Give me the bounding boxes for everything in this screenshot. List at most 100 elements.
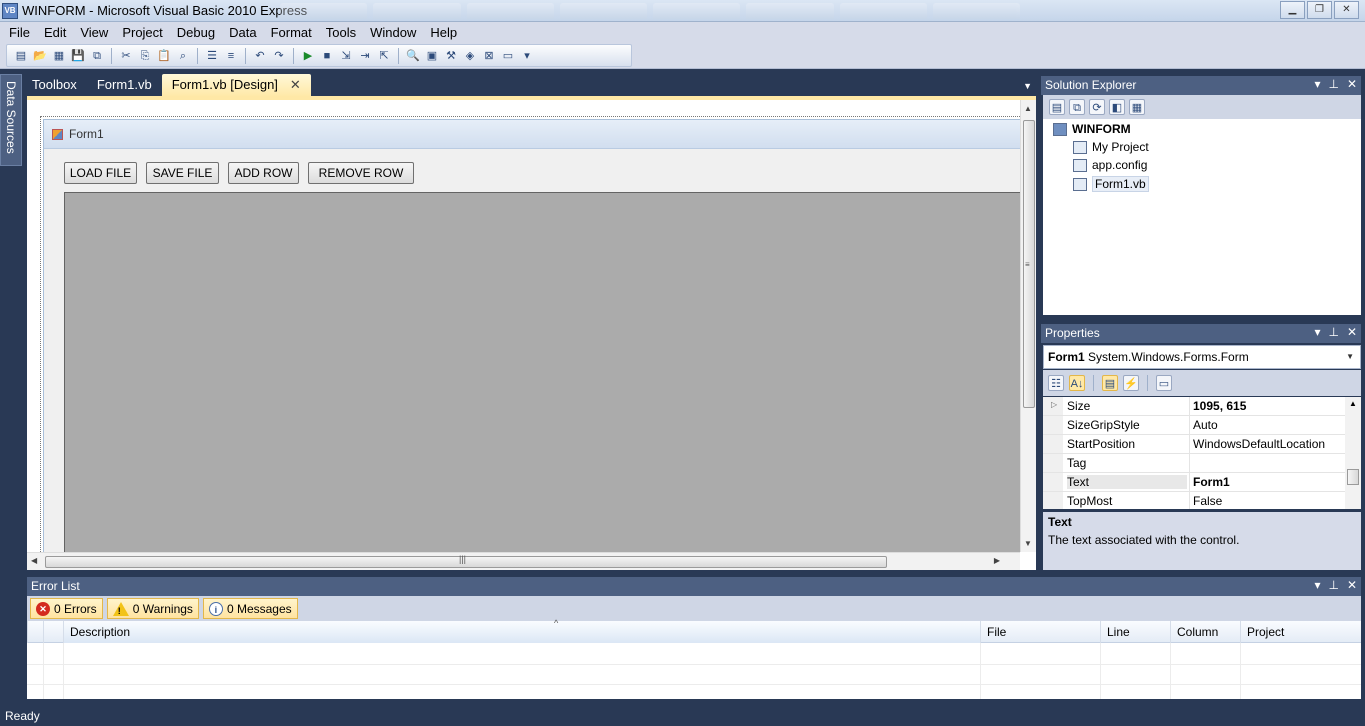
close-icon[interactable]: ✕	[1347, 578, 1357, 592]
property-pages-icon[interactable]: ▭	[1156, 375, 1172, 391]
menu-file[interactable]: File	[2, 25, 37, 40]
paste-icon[interactable]: 📋	[156, 48, 172, 64]
save-file-button[interactable]: SAVE FILE	[146, 162, 219, 184]
column-description[interactable]: Description ^	[63, 618, 980, 643]
menu-format[interactable]: Format	[264, 25, 319, 40]
column-line[interactable]: Line	[1100, 621, 1170, 643]
find-icon[interactable]: ⌕	[175, 48, 191, 64]
step-over-icon[interactable]: ⇥	[357, 48, 373, 64]
pin-icon[interactable]: ⊥	[1328, 77, 1338, 91]
restore-button[interactable]: ❐	[1307, 1, 1332, 19]
window-position-icon[interactable]: ▾	[1314, 77, 1320, 91]
new-project-icon[interactable]: ▤	[13, 48, 29, 64]
window-position-icon[interactable]: ▾	[1314, 325, 1320, 339]
pin-icon[interactable]: ⊥	[1328, 578, 1338, 592]
close-icon[interactable]: ✕	[1347, 325, 1357, 339]
scroll-up-icon[interactable]: ▲	[1349, 399, 1357, 408]
property-value[interactable]: Auto	[1189, 416, 1345, 435]
save-icon[interactable]: 💾	[70, 48, 86, 64]
errors-filter-button[interactable]: ✕ 0 Errors	[30, 598, 103, 619]
step-out-icon[interactable]: ⇱	[376, 48, 392, 64]
properties-view-icon[interactable]: ▤	[1102, 375, 1118, 391]
view-designer-icon[interactable]: ▦	[1129, 99, 1145, 115]
tab-toolbox[interactable]: Toolbox	[22, 74, 87, 96]
property-value[interactable]: False	[1189, 492, 1345, 509]
remove-row-button[interactable]: REMOVE ROW	[308, 162, 414, 184]
tree-node-app-config[interactable]: app.config	[1073, 158, 1147, 172]
solution-explorer-icon[interactable]: ▣	[424, 48, 440, 64]
data-sources-rail[interactable]: Data Sources	[0, 74, 22, 166]
close-button[interactable]: ✕	[1334, 1, 1359, 19]
open-file-icon[interactable]: 📂	[32, 48, 48, 64]
close-tab-icon[interactable]: ✕	[290, 77, 301, 96]
object-browser-icon[interactable]: ◈	[462, 48, 478, 64]
property-row-tag[interactable]: Tag	[1043, 454, 1345, 473]
redo-icon[interactable]: ↷	[271, 48, 287, 64]
undo-icon[interactable]: ↶	[252, 48, 268, 64]
menu-edit[interactable]: Edit	[37, 25, 73, 40]
start-debugging-icon[interactable]: ▶	[300, 48, 316, 64]
tree-node-form1[interactable]: Form1.vb	[1073, 176, 1149, 192]
menu-debug[interactable]: Debug	[170, 25, 222, 40]
menu-view[interactable]: View	[73, 25, 115, 40]
find-in-files-icon[interactable]: 🔍	[405, 48, 421, 64]
property-value[interactable]: WindowsDefaultLocation	[1189, 435, 1345, 454]
show-all-files-icon[interactable]: ⧉	[1069, 99, 1085, 115]
scroll-right-icon[interactable]: ▶	[994, 556, 1000, 565]
property-value[interactable]: 1095, 615	[1189, 397, 1345, 416]
load-file-button[interactable]: LOAD FILE	[64, 162, 137, 184]
view-code-icon[interactable]: ◧	[1109, 99, 1125, 115]
menu-data[interactable]: Data	[222, 25, 263, 40]
add-row-button[interactable]: ADD ROW	[228, 162, 299, 184]
refresh-icon[interactable]: ⟳	[1089, 99, 1105, 115]
tab-form1-design[interactable]: Form1.vb [Design] ✕	[161, 74, 311, 96]
pin-icon[interactable]: ⊥	[1328, 325, 1338, 339]
step-into-icon[interactable]: ⇲	[338, 48, 354, 64]
column-index[interactable]	[43, 621, 63, 643]
scroll-down-icon[interactable]: ▼	[1024, 539, 1032, 548]
expand-arrow-icon[interactable]: ▷	[1051, 400, 1057, 409]
scroll-up-icon[interactable]: ▲	[1024, 104, 1032, 113]
column-category[interactable]	[27, 621, 43, 643]
messages-filter-button[interactable]: i 0 Messages	[202, 598, 298, 619]
close-icon[interactable]: ✕	[1347, 77, 1357, 91]
properties-window-icon[interactable]: ⚒	[443, 48, 459, 64]
property-row-size[interactable]: ▷ Size 1095, 615	[1043, 397, 1345, 416]
uncomment-icon[interactable]: ≡	[223, 48, 239, 64]
object-selector[interactable]: Form1 System.Windows.Forms.Form ▼	[1043, 345, 1361, 369]
tree-node-my-project[interactable]: My Project	[1073, 140, 1149, 154]
alphabetical-icon[interactable]: A↓	[1069, 375, 1085, 391]
data-grid-view[interactable]	[64, 192, 1020, 552]
properties-icon[interactable]: ▤	[1049, 99, 1065, 115]
window-position-icon[interactable]: ▾	[1314, 578, 1320, 592]
scroll-thumb[interactable]	[1347, 469, 1359, 485]
copy-icon[interactable]: ⎘	[137, 48, 153, 64]
error-list-icon[interactable]: ▭	[500, 48, 516, 64]
column-file[interactable]: File	[980, 621, 1100, 643]
designer-horizontal-scrollbar[interactable]: ◀ ||| ▶	[27, 552, 1020, 570]
property-row-topmost[interactable]: TopMost False	[1043, 492, 1345, 509]
property-row-text[interactable]: Text Form1	[1043, 473, 1345, 492]
cut-icon[interactable]: ✂	[118, 48, 134, 64]
tree-node-winform[interactable]: WINFORM	[1053, 122, 1131, 136]
property-value[interactable]: Form1	[1189, 473, 1345, 492]
tab-list-dropdown-icon[interactable]: ▼	[1023, 81, 1032, 91]
property-row-sizegripstyle[interactable]: SizeGripStyle Auto	[1043, 416, 1345, 435]
menu-tools[interactable]: Tools	[319, 25, 363, 40]
designer-vertical-scrollbar[interactable]: ▲ ≡ ▼	[1020, 100, 1036, 552]
property-value[interactable]	[1189, 454, 1345, 473]
minimize-button[interactable]: ▁	[1280, 1, 1305, 19]
menu-window[interactable]: Window	[363, 25, 423, 40]
form1-window[interactable]: Form1 LOAD FILE SAVE FILE ADD ROW REMOVE…	[43, 119, 1020, 552]
comment-icon[interactable]: ☰	[204, 48, 220, 64]
scroll-left-icon[interactable]: ◀	[31, 556, 37, 565]
categorized-icon[interactable]: ☷	[1048, 375, 1064, 391]
warnings-filter-button[interactable]: ! 0 Warnings	[106, 598, 199, 619]
property-row-startposition[interactable]: StartPosition WindowsDefaultLocation	[1043, 435, 1345, 454]
stop-icon[interactable]: ■	[319, 48, 335, 64]
menu-help[interactable]: Help	[423, 25, 464, 40]
toolbox-icon[interactable]: ⊠	[481, 48, 497, 64]
column-project[interactable]: Project	[1240, 621, 1361, 643]
save-all-icon[interactable]: ⧉	[89, 48, 105, 64]
toolbar-options-icon[interactable]: ▾	[519, 48, 535, 64]
